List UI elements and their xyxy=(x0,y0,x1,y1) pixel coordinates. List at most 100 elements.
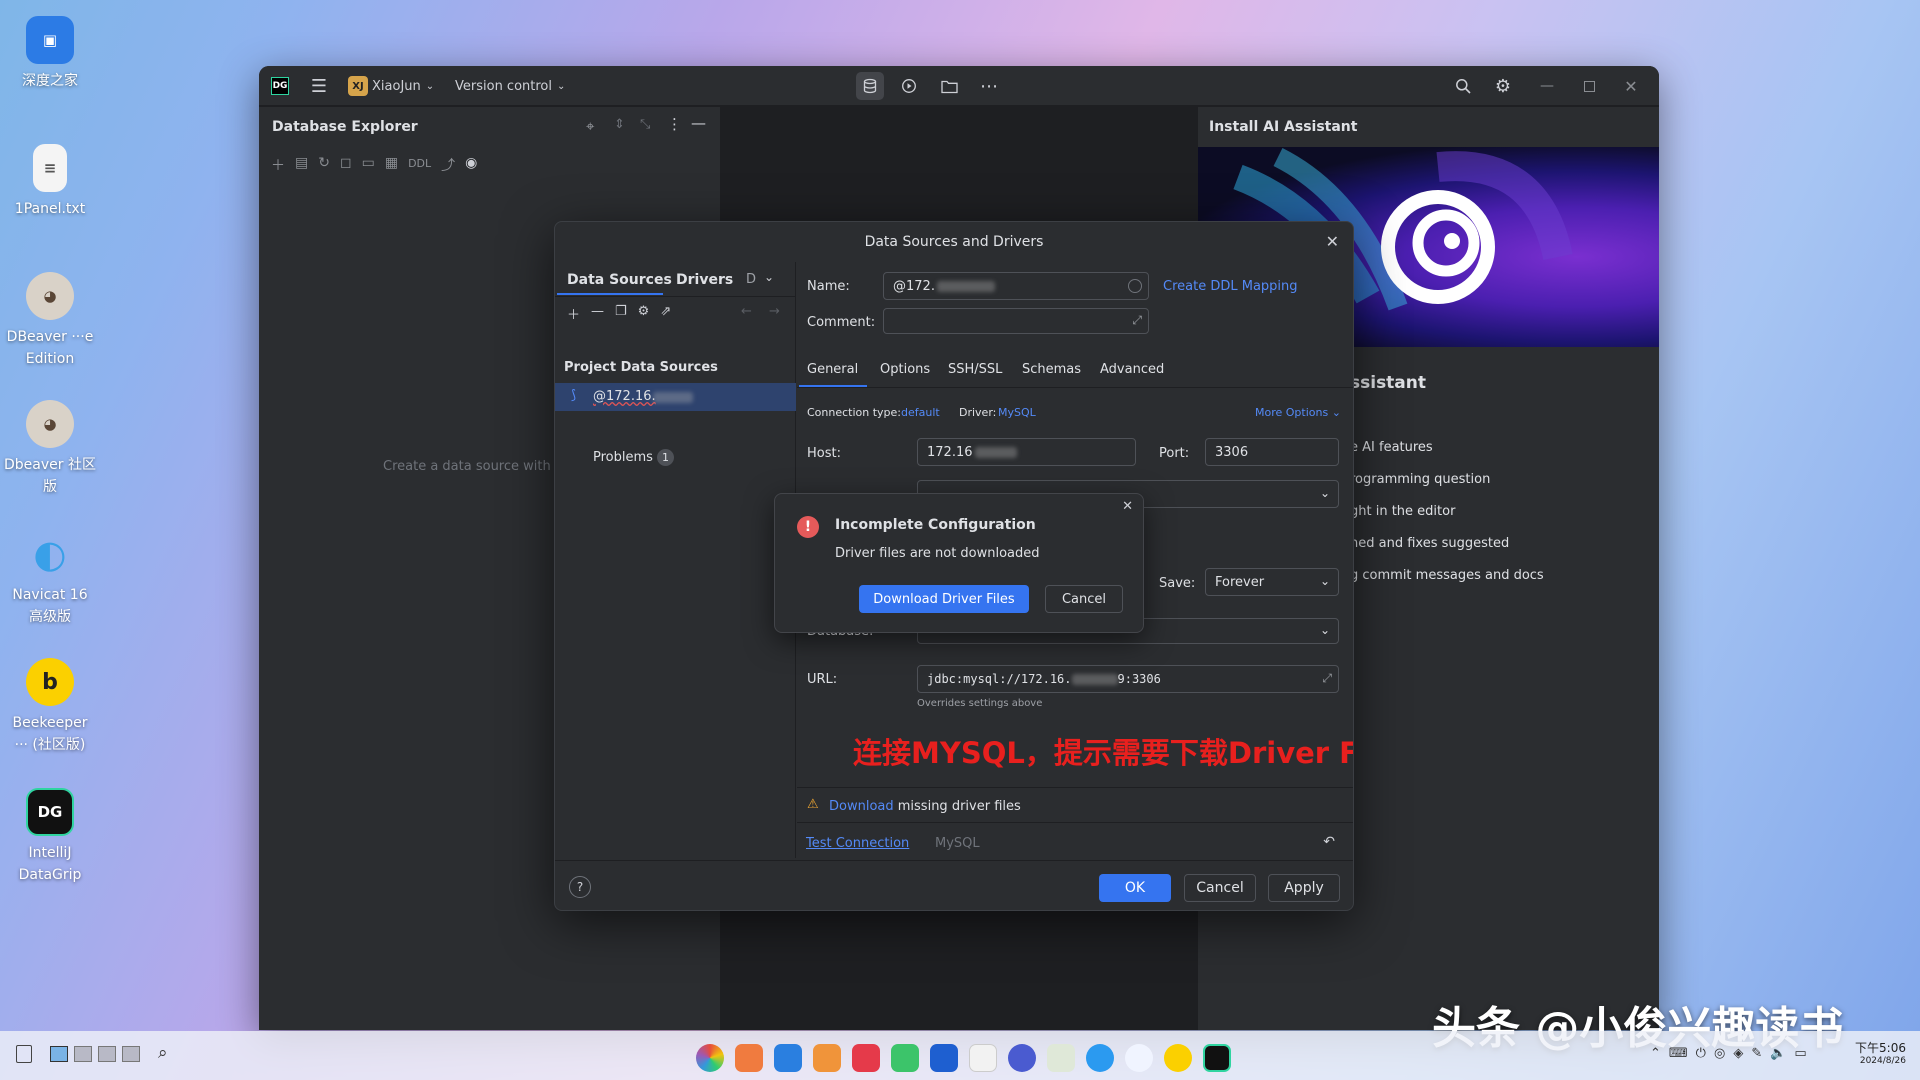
console-icon[interactable]: ▭ xyxy=(362,155,375,175)
problems-label[interactable]: Problems xyxy=(593,450,653,465)
desktop-icon-text-file[interactable]: ≡ 1Panel.txt xyxy=(4,144,96,220)
color-picker-icon[interactable] xyxy=(1128,279,1142,293)
download-driver-files-button[interactable]: Download Driver Files xyxy=(859,585,1029,613)
refresh-icon[interactable]: ↻ xyxy=(318,155,330,175)
help-icon[interactable]: ? xyxy=(569,876,591,898)
test-connection-link[interactable]: Test Connection xyxy=(806,836,909,851)
cancel-button[interactable]: Cancel xyxy=(1184,874,1256,902)
download-link[interactable]: Download xyxy=(829,799,894,814)
jump-icon[interactable]: ⤴ xyxy=(441,155,455,175)
ddl-icon[interactable]: DDL xyxy=(408,157,431,175)
notes-icon[interactable] xyxy=(16,1045,32,1063)
table-icon[interactable]: ▦ xyxy=(385,155,398,175)
close-icon[interactable]: ✕ xyxy=(1122,499,1133,514)
run-icon[interactable] xyxy=(897,74,921,98)
beekeeper-dock-icon[interactable] xyxy=(1164,1044,1192,1072)
workspace-1-icon[interactable] xyxy=(50,1046,68,1062)
export-icon[interactable]: ⇗ xyxy=(660,304,671,323)
desktop-icon-dbeaver-ce[interactable]: ◕ Dbeaver 社区版 xyxy=(4,400,96,498)
popup-cancel-button[interactable]: Cancel xyxy=(1045,585,1123,613)
hide-panel-icon[interactable]: — xyxy=(691,114,706,132)
create-ddl-mapping-link[interactable]: Create DDL Mapping xyxy=(1163,279,1298,294)
eye-icon[interactable]: ◉ xyxy=(465,155,477,175)
options-icon[interactable]: ⋮ xyxy=(667,115,682,133)
settings-app-icon[interactable] xyxy=(1008,1044,1036,1072)
close-icon[interactable]: ✕ xyxy=(1326,232,1339,251)
maximize-icon[interactable] xyxy=(1577,74,1601,98)
workspace-2-icon[interactable] xyxy=(74,1046,92,1062)
duplicate-icon[interactable]: ❐ xyxy=(615,304,627,323)
add-icon[interactable]: ＋ xyxy=(567,304,580,323)
revert-icon[interactable]: ↶ xyxy=(1323,834,1335,850)
main-menu-icon[interactable]: ☰ xyxy=(307,74,331,98)
url-field[interactable]: jdbc:mysql://172.16. 9:3306 ⤢ xyxy=(917,665,1339,693)
more-icon[interactable]: ⋯ xyxy=(977,74,1001,98)
port-field[interactable]: 3306 xyxy=(1205,438,1339,466)
tab-general[interactable]: General xyxy=(807,362,858,377)
add-icon[interactable]: ＋ xyxy=(271,155,285,175)
chevron-down-icon[interactable]: ⌄ xyxy=(764,270,774,284)
terminal-icon[interactable] xyxy=(852,1044,880,1072)
folder-icon[interactable] xyxy=(937,74,961,98)
ok-button[interactable]: OK xyxy=(1099,874,1171,902)
expand-field-icon[interactable]: ⤢ xyxy=(1132,313,1142,328)
tray-up-icon[interactable]: ⌃ xyxy=(1650,1046,1661,1061)
launcher-icon[interactable] xyxy=(696,1044,724,1072)
datasource-properties-icon[interactable]: ▤ xyxy=(295,155,308,175)
vcs-selector[interactable]: Version control ⌄ xyxy=(455,76,565,96)
network-icon[interactable]: ◈ xyxy=(1733,1046,1743,1061)
comment-field[interactable]: ⤢ xyxy=(883,308,1149,334)
desktop-icon-beekeeper[interactable]: b Beekeeper ··· (社区版) xyxy=(4,658,96,756)
remove-icon[interactable]: — xyxy=(591,304,604,323)
project-selector[interactable]: XiaoJun ⌄ xyxy=(372,76,434,96)
tab-options[interactable]: Options xyxy=(880,362,930,377)
app-store-icon[interactable] xyxy=(735,1044,763,1072)
workspace-4-icon[interactable] xyxy=(122,1046,140,1062)
back-icon[interactable]: ← xyxy=(741,304,752,319)
clock[interactable]: 下午5:06 2024/8/26 xyxy=(1855,1039,1906,1066)
browser-icon[interactable] xyxy=(1086,1044,1114,1072)
expand-icon[interactable]: ⇕ xyxy=(614,117,625,132)
minimize-icon[interactable]: — xyxy=(1535,74,1559,98)
media-icon[interactable]: ◎ xyxy=(1714,1046,1725,1061)
volume-icon[interactable]: 🔈 xyxy=(1770,1046,1786,1061)
expand-field-icon[interactable]: ⤢ xyxy=(1322,671,1332,686)
desktop-icon-datagrip[interactable]: DG IntelliJ DataGrip xyxy=(4,788,96,886)
tab-data-sources[interactable]: Data Sources xyxy=(567,272,672,288)
pen-icon[interactable]: ✎ xyxy=(1751,1046,1762,1061)
name-field[interactable]: @172. xyxy=(883,272,1149,300)
trash-icon[interactable] xyxy=(1047,1044,1075,1072)
host-field[interactable]: 172.16 xyxy=(917,438,1136,466)
desktop-icon-deepin-home[interactable]: ▣ 深度之家 xyxy=(4,16,96,92)
app-8-icon[interactable] xyxy=(969,1044,997,1072)
connection-type-value[interactable]: default xyxy=(901,406,940,419)
close-icon[interactable]: ✕ xyxy=(1619,74,1643,98)
desktop-icon-navicat[interactable]: ◐ Navicat 16 高级版 xyxy=(4,530,96,628)
app-4-icon[interactable] xyxy=(813,1044,841,1072)
tab-schemas[interactable]: Schemas xyxy=(1022,362,1081,377)
save-select[interactable]: Forever ⌄ xyxy=(1205,568,1339,596)
driver-value[interactable]: MySQL xyxy=(998,406,1036,419)
datasource-item[interactable]: ⟆ @172.16. xyxy=(555,383,796,411)
display-icon[interactable]: ▭ xyxy=(1794,1046,1806,1061)
tab-advanced[interactable]: Advanced xyxy=(1100,362,1164,377)
desktop-icon-dbeaver-ee[interactable]: ◕ DBeaver ···e Edition xyxy=(4,272,96,370)
workspace-3-icon[interactable] xyxy=(98,1046,116,1062)
more-options-link[interactable]: More Options ⌄ xyxy=(1255,406,1341,419)
tab-more[interactable]: D xyxy=(746,272,756,287)
app-7-icon[interactable] xyxy=(930,1044,958,1072)
gear-icon[interactable]: ⚙ xyxy=(1491,74,1515,98)
search-icon[interactable]: ⌕ xyxy=(158,1043,168,1063)
tab-ssh-ssl[interactable]: SSH/SSL xyxy=(948,362,1002,377)
keyboard-icon[interactable]: ⌨ xyxy=(1669,1046,1688,1061)
stop-icon[interactable]: ◻ xyxy=(340,155,352,175)
navicat-dock-icon[interactable] xyxy=(1125,1044,1153,1072)
database-icon[interactable] xyxy=(856,72,884,100)
settings-icon[interactable]: ⚙ xyxy=(638,304,650,323)
search-icon[interactable] xyxy=(1451,74,1475,98)
music-icon[interactable] xyxy=(891,1044,919,1072)
apply-button[interactable]: Apply xyxy=(1268,874,1340,902)
file-manager-icon[interactable] xyxy=(774,1044,802,1072)
tab-drivers[interactable]: Drivers xyxy=(676,272,733,288)
collapse-icon[interactable]: ⤡ xyxy=(640,117,650,132)
